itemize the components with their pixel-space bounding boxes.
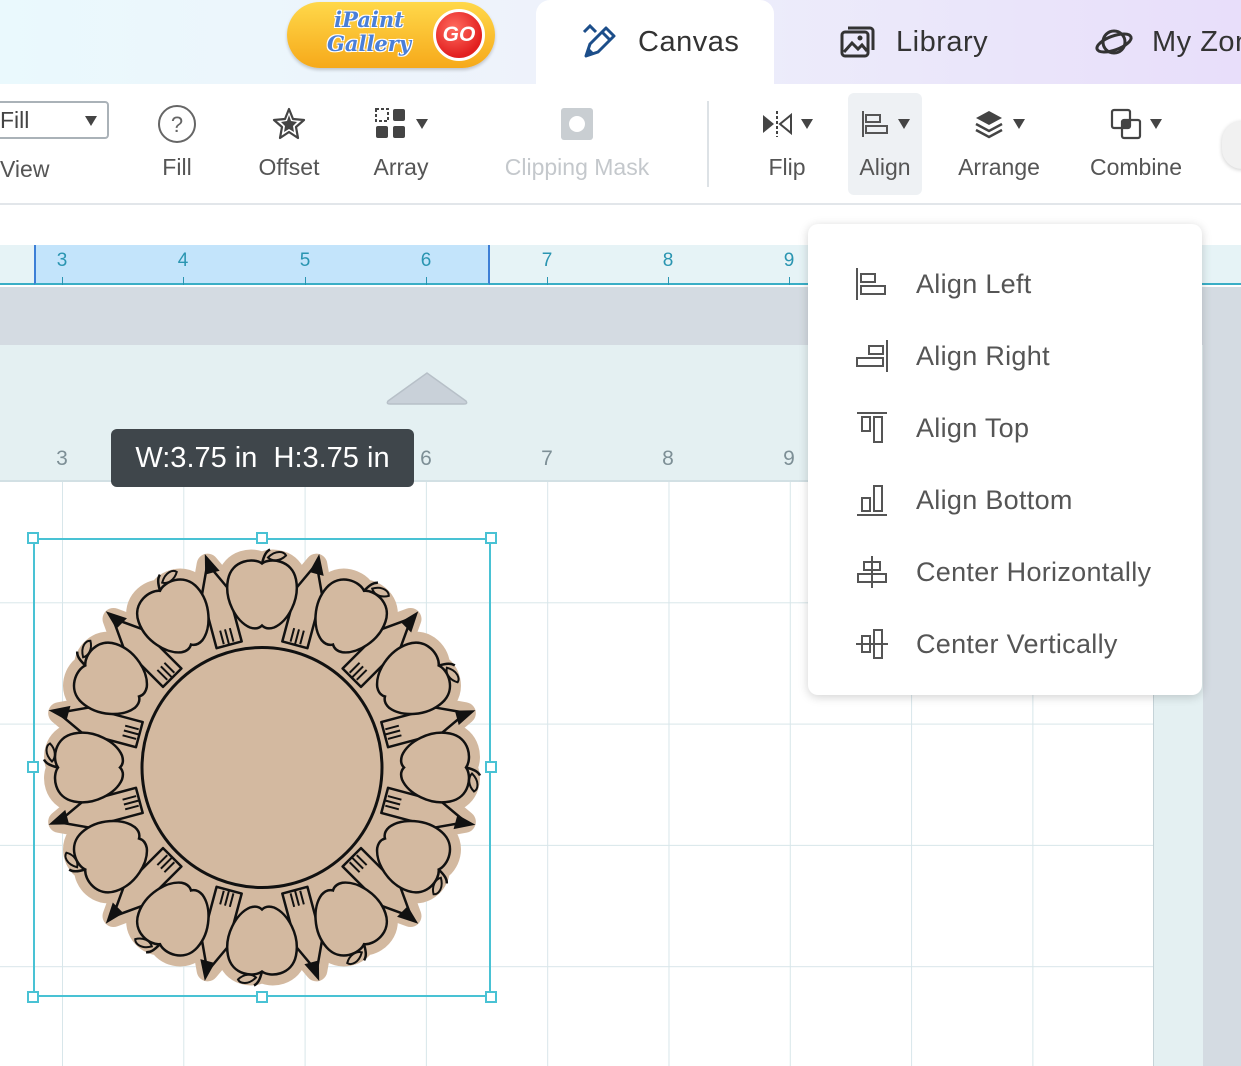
combine-label: Combine	[1089, 154, 1183, 180]
menu-item-label: Align Left	[916, 268, 1032, 299]
ruler-tick	[183, 277, 184, 285]
clipping-mask-icon	[561, 108, 593, 140]
ruler-number: 4	[177, 250, 189, 271]
ruler-tick	[668, 277, 669, 285]
align-label: Align	[859, 154, 911, 180]
ruler-tick	[62, 277, 63, 285]
center-vertically-icon	[856, 629, 888, 659]
chevron-down-icon	[416, 119, 428, 129]
arrange-label: Arrange	[958, 154, 1040, 180]
chevron-down-icon	[1150, 119, 1162, 129]
tab-my-zone-label: My Zon	[1152, 25, 1241, 58]
center-horizontally-icon	[857, 556, 887, 588]
align-right-icon	[856, 340, 888, 372]
pencil-ruler-icon	[582, 23, 616, 58]
mat-ruler-number: 9	[783, 447, 795, 470]
fill-button[interactable]: ? Fill	[140, 84, 214, 205]
align-left-icon	[862, 111, 888, 137]
image-gallery-icon	[840, 26, 875, 58]
layers-icon	[975, 111, 1003, 139]
go-badge: GO	[433, 9, 485, 61]
menu-item-center-horizontally[interactable]: Center Horizontally	[808, 542, 1202, 602]
collapse-arrow-icon[interactable]	[384, 369, 470, 407]
combine-button[interactable]: Combine	[1080, 84, 1192, 205]
menu-item-align-bottom[interactable]: Align Bottom	[808, 470, 1202, 530]
ruler-number: 6	[420, 250, 432, 271]
menu-item-label: Center Horizontally	[916, 556, 1152, 587]
menu-item-center-vertically[interactable]: Center Vertically	[808, 614, 1202, 674]
tab-canvas-label: Canvas	[638, 25, 740, 58]
ruler-tick	[426, 277, 427, 285]
menu-item-label: Align Right	[916, 340, 1050, 371]
resize-handle[interactable]	[485, 991, 497, 1003]
fill-label: Fill	[162, 154, 192, 180]
menu-item-label: Align Bottom	[916, 484, 1073, 515]
resize-handle[interactable]	[485, 532, 497, 544]
menu-item-label: Align Top	[916, 412, 1030, 443]
menu-item-label: Center Vertically	[916, 628, 1118, 659]
clipping-mask-button[interactable]: Clipping Mask	[490, 84, 664, 205]
gallery-button-label: iPaint Gallery	[326, 7, 412, 56]
menu-item-align-left[interactable]: Align Left	[808, 254, 1202, 314]
ruler-number: 5	[299, 250, 311, 271]
ruler-tick	[547, 277, 548, 285]
fill-type-value: Fill	[0, 107, 30, 133]
chevron-down-icon	[898, 119, 910, 129]
ruler-number: 7	[541, 250, 553, 271]
ruler-tick	[789, 277, 790, 285]
align-dropdown-menu: Align Left Align Right Align Top Align B…	[808, 224, 1202, 695]
resize-handle[interactable]	[256, 991, 268, 1003]
offset-label: Offset	[258, 154, 320, 180]
mat-ruler-number: 8	[662, 447, 674, 470]
fill-type-select[interactable]: Fill	[0, 101, 109, 139]
chevron-down-icon	[801, 119, 813, 129]
align-bottom-icon	[857, 485, 887, 516]
arrange-button[interactable]: Arrange	[950, 84, 1048, 205]
star-offset-icon	[272, 107, 306, 140]
tab-my-zone[interactable]: My Zon	[1094, 0, 1241, 84]
tab-canvas[interactable]: Canvas	[536, 0, 774, 84]
resize-handle[interactable]	[27, 991, 39, 1003]
tab-library[interactable]: Library	[838, 0, 1038, 84]
planet-icon	[1095, 29, 1133, 55]
ipaint-gallery-button[interactable]: iPaint Gallery GO	[287, 2, 495, 68]
ruler-tick	[305, 277, 306, 285]
chevron-down-icon	[1013, 119, 1025, 129]
ruler-number: 8	[662, 250, 674, 271]
resize-handle[interactable]	[27, 532, 39, 544]
align-button[interactable]: Align	[848, 93, 922, 195]
array-label: Array	[373, 154, 429, 180]
question-circle-icon: ?	[158, 105, 196, 143]
ruler-number: 9	[783, 250, 795, 271]
menu-item-align-top[interactable]: Align Top	[808, 398, 1202, 458]
mat-ruler-number: 3	[56, 447, 68, 470]
tab-library-label: Library	[896, 25, 989, 58]
selection-bounding-box	[33, 538, 491, 997]
align-top-icon	[857, 412, 887, 443]
view-label: View	[0, 156, 50, 182]
clipping-mask-label: Clipping Mask	[504, 154, 650, 180]
svg-text:?: ?	[171, 112, 183, 137]
canvas-right-edge	[1203, 287, 1241, 1066]
flip-icon	[763, 111, 792, 137]
resize-handle[interactable]	[27, 761, 39, 773]
size-tooltip: W:3.75 in H:3.75 in	[111, 429, 414, 487]
menu-item-align-right[interactable]: Align Right	[808, 326, 1202, 386]
ruler-number: 3	[56, 250, 68, 271]
array-grid-icon	[375, 108, 405, 138]
mat-ruler-number: 6	[420, 447, 432, 470]
resize-handle[interactable]	[485, 761, 497, 773]
toolbar-divider	[707, 101, 709, 187]
combine-icon	[1110, 108, 1142, 140]
offset-button[interactable]: Offset	[250, 84, 328, 205]
resize-handle[interactable]	[256, 532, 268, 544]
array-button[interactable]: Array	[364, 84, 438, 205]
mat-ruler-number: 7	[541, 447, 553, 470]
flip-label: Flip	[768, 154, 806, 180]
chevron-down-icon	[85, 116, 97, 126]
flip-button[interactable]: Flip	[752, 84, 822, 205]
align-left-icon	[856, 268, 886, 300]
top-tab-bar: iPaint Gallery GO Canvas Library My Zon	[0, 0, 1241, 84]
